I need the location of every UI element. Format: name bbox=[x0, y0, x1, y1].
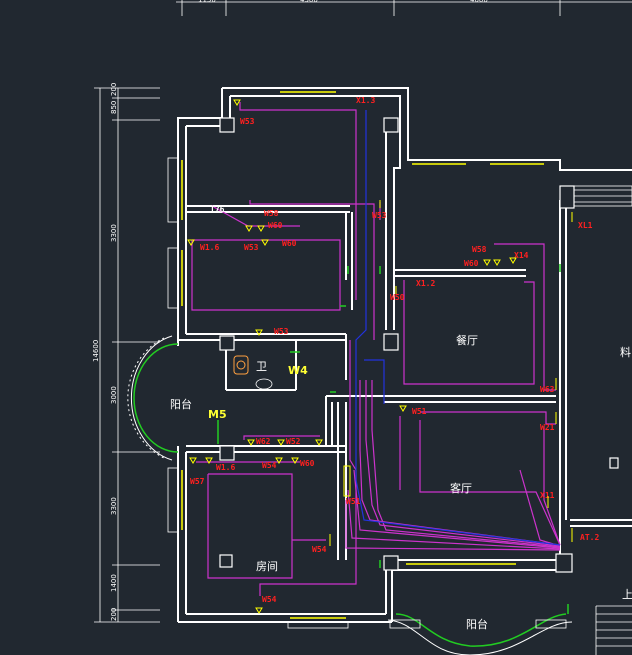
tag-w4: W4 bbox=[288, 364, 308, 377]
tag-w62: W62 bbox=[256, 437, 271, 446]
room-edge-right-1: 料 bbox=[620, 345, 631, 359]
tag-m5: M5 bbox=[208, 408, 227, 421]
tag-w60d: W60 bbox=[300, 459, 315, 468]
dim-left-f: 1400 bbox=[110, 574, 118, 592]
tag-w57: W57 bbox=[190, 477, 205, 486]
tag-w53-c: W53 bbox=[274, 327, 289, 336]
tag-w53-a: W53 bbox=[372, 211, 387, 220]
room-bath: 卫 bbox=[256, 360, 267, 373]
windows bbox=[167, 91, 632, 629]
left-dimension: 200 850 3300 3000 3300 1400 200 14600 bbox=[92, 83, 160, 623]
tag-w50: W50 bbox=[390, 293, 405, 302]
top-dimension: 1150 4500 4000 bbox=[176, 0, 632, 16]
tag-w58: W58 bbox=[264, 209, 279, 218]
tag-w60: W60 bbox=[268, 221, 283, 230]
floor-plan-drawing: 1150 4500 4000 200 850 3300 3000 3300 14… bbox=[92, 0, 632, 655]
room-balcony-bottom: 阳台 bbox=[466, 617, 488, 631]
tag-w52: W52 bbox=[286, 437, 301, 446]
tag-w16b: W1.6 bbox=[216, 463, 235, 472]
tag-w53-top: W53 bbox=[240, 117, 255, 126]
tag-w51b: W51 bbox=[346, 497, 361, 506]
room-edge-right-2: 上 bbox=[622, 588, 632, 601]
dim-left-b: 850 bbox=[110, 101, 118, 114]
walls bbox=[177, 87, 632, 623]
dim-left-d: 3000 bbox=[110, 386, 118, 404]
tag-w54a: W54 bbox=[262, 461, 277, 470]
dim-top-c: 4000 bbox=[470, 0, 488, 4]
tag-w54b: W54 bbox=[312, 545, 327, 554]
tag-w16a: W1.6 bbox=[200, 243, 219, 252]
room-dining: 餐厅 bbox=[456, 333, 478, 347]
tag-w63: W63 bbox=[540, 385, 555, 394]
room-bedroom: 房间 bbox=[256, 560, 278, 573]
room-living: 客厅 bbox=[450, 481, 472, 495]
room-balcony-left: 阳台 bbox=[170, 397, 192, 411]
tag-x11: X11 bbox=[540, 491, 555, 500]
dim-left-a: 200 bbox=[110, 83, 118, 96]
tag-at2: AT.2 bbox=[580, 533, 599, 542]
tag-w60c: W60 bbox=[464, 259, 479, 268]
columns bbox=[219, 117, 619, 573]
dim-top-a: 1150 bbox=[198, 0, 216, 4]
tag-w21: W21 bbox=[540, 423, 555, 432]
tag-t76: T76 bbox=[210, 205, 225, 214]
tag-w54c: W54 bbox=[262, 595, 277, 604]
tag-w58b: W58 bbox=[472, 245, 487, 254]
stairs bbox=[595, 605, 632, 655]
tag-x14: X14 bbox=[514, 251, 529, 260]
dim-left-total: 14600 bbox=[92, 340, 100, 362]
tag-w53-b: W53 bbox=[244, 243, 259, 252]
dim-left-c: 3300 bbox=[110, 224, 118, 242]
tag-xl1: XL1 bbox=[578, 221, 593, 230]
green-markers bbox=[330, 264, 561, 568]
tag-x13: X1.3 bbox=[356, 96, 375, 105]
tag-xl2: X1.2 bbox=[416, 279, 435, 288]
dim-left-e: 3300 bbox=[110, 497, 118, 515]
tag-w51: W51 bbox=[412, 407, 427, 416]
dim-top-b: 4500 bbox=[300, 0, 318, 4]
tag-w60b: W60 bbox=[282, 239, 297, 248]
dim-left-g: 200 bbox=[110, 608, 118, 621]
